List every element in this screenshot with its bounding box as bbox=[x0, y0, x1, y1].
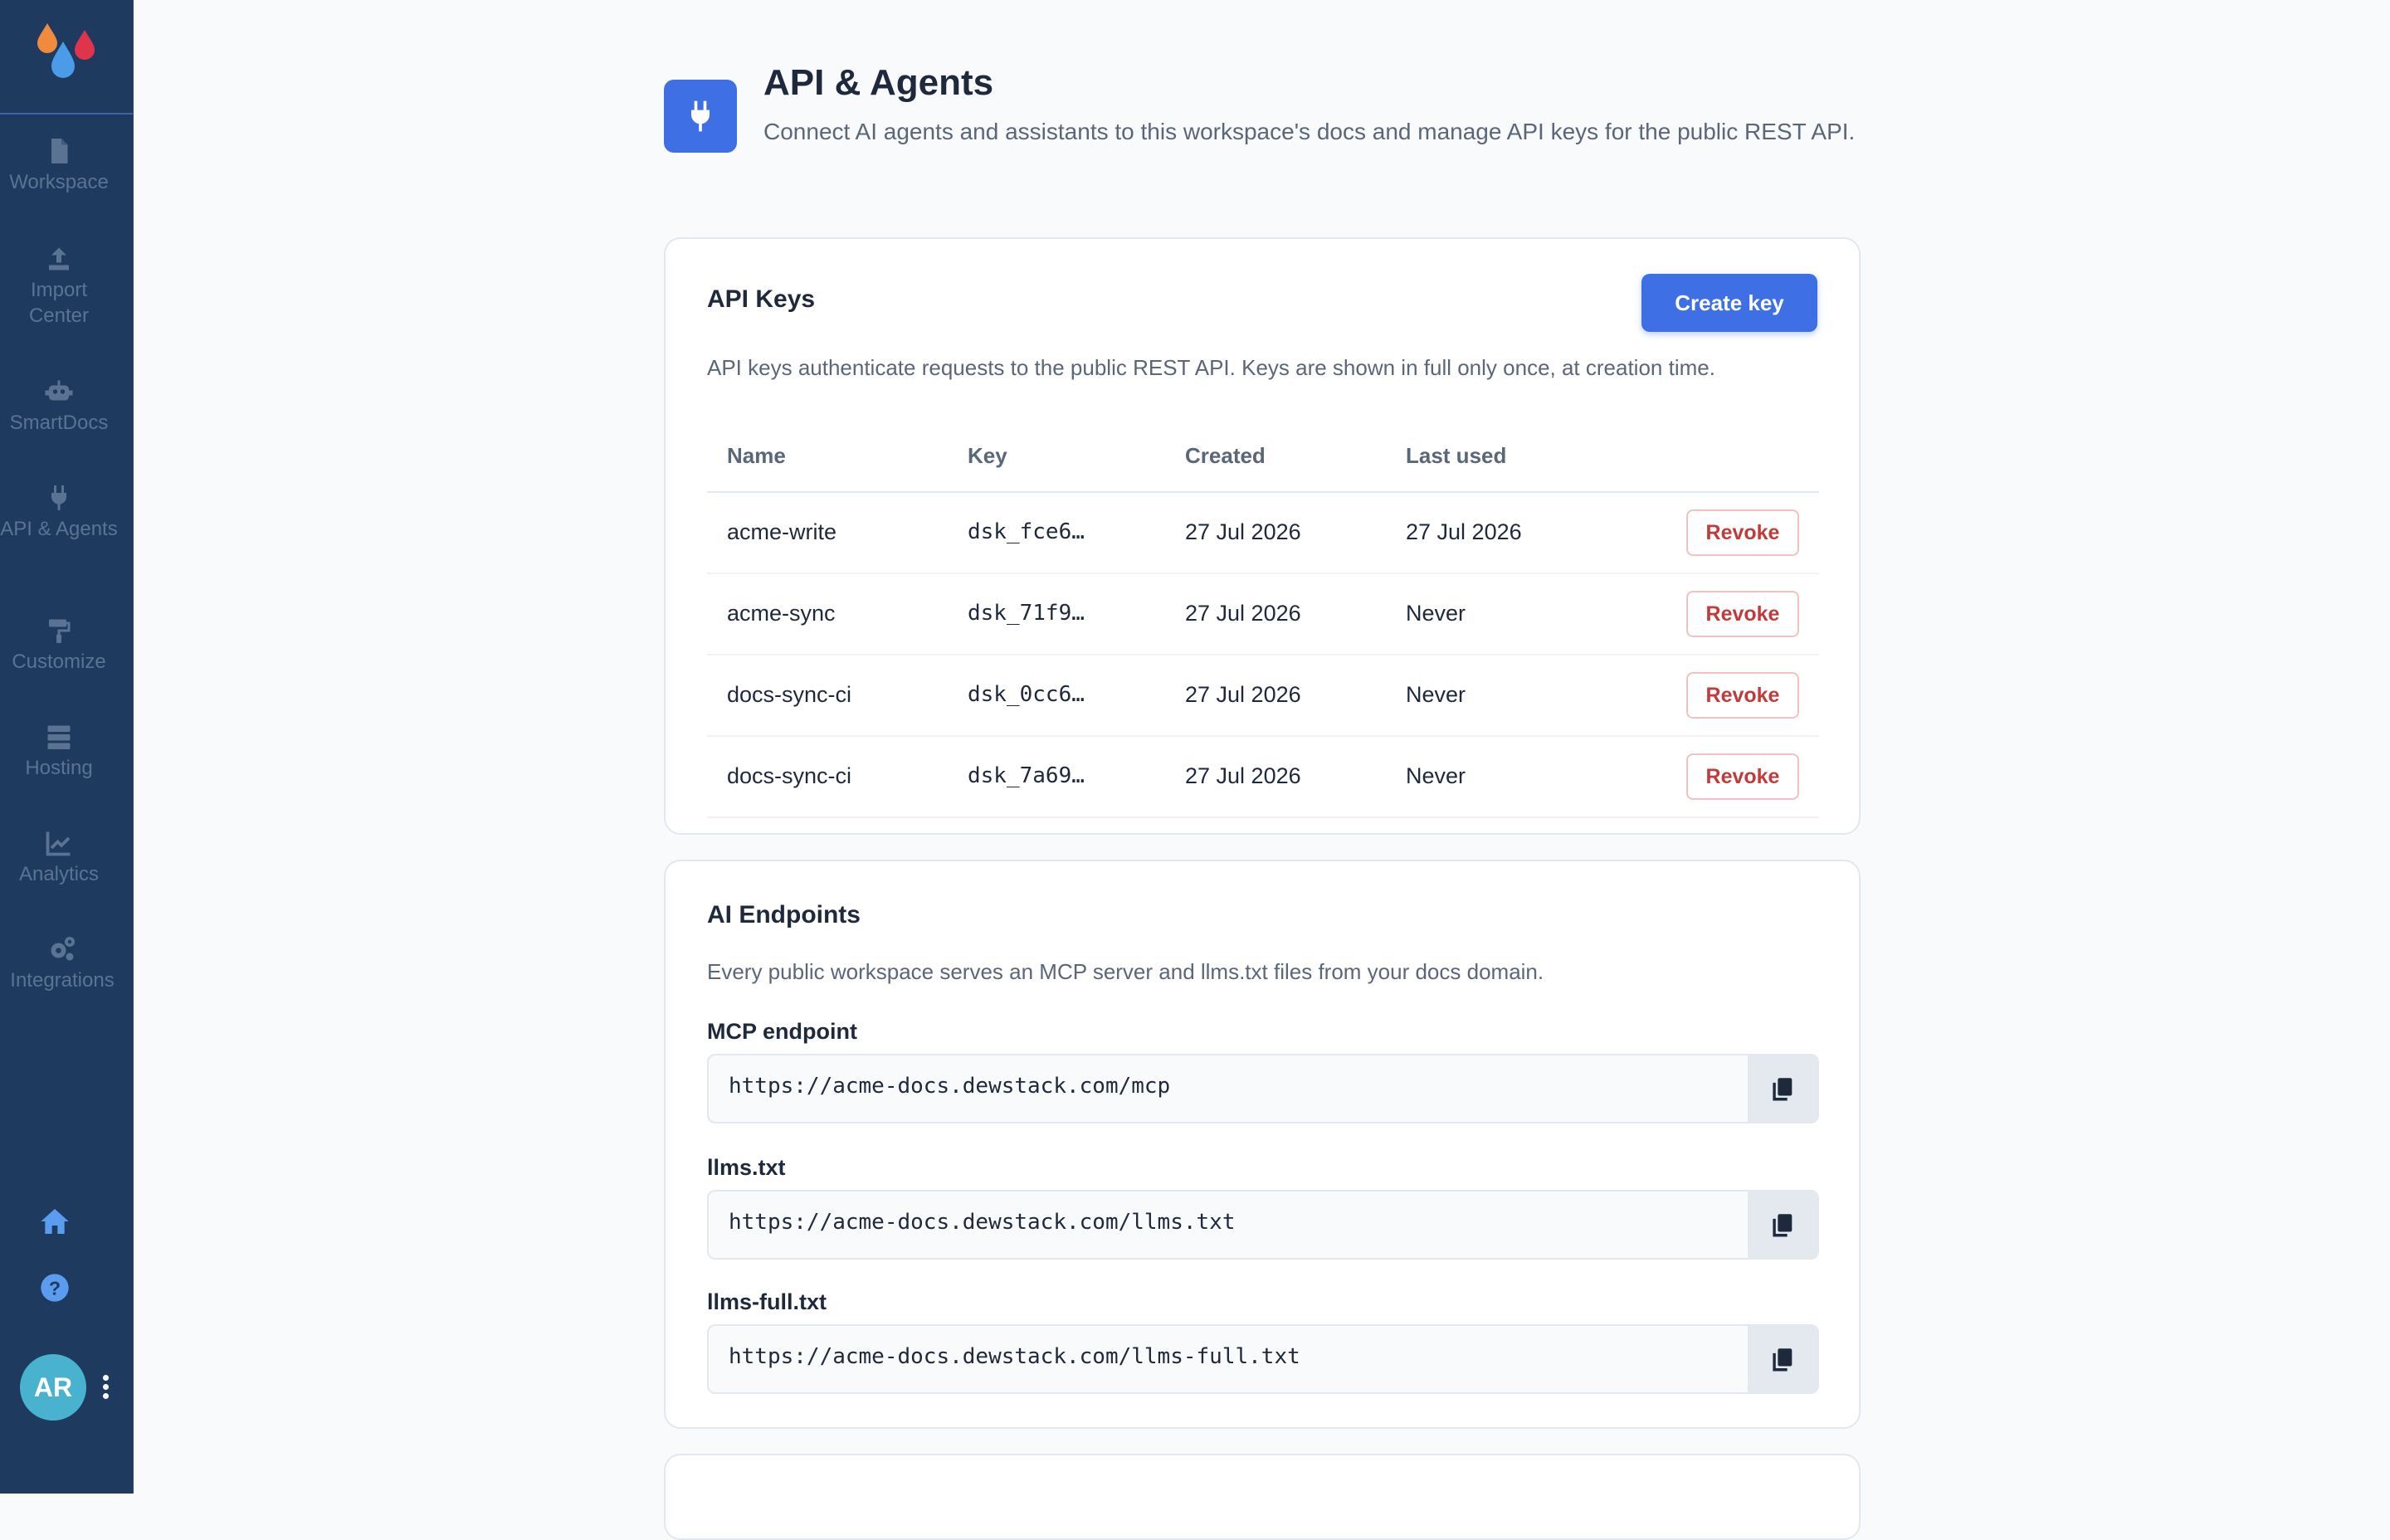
key-last-used: Never bbox=[1406, 601, 1466, 626]
server-icon bbox=[0, 722, 118, 752]
sidebar-item-api-agents[interactable]: API & Agents bbox=[0, 483, 118, 542]
llms-full-txt-label: llms-full.txt bbox=[707, 1289, 827, 1314]
robot-icon bbox=[0, 377, 118, 407]
sidebar-item-label: Integrations bbox=[10, 969, 115, 992]
key-prefix: dsk_71f9… bbox=[968, 601, 1085, 626]
create-key-button[interactable]: Create key bbox=[1641, 274, 1817, 332]
key-created: 27 Jul 2026 bbox=[1185, 601, 1301, 626]
column-header-name: Name bbox=[727, 443, 786, 468]
key-last-used: Never bbox=[1406, 682, 1466, 707]
revoke-button[interactable]: Revoke bbox=[1686, 672, 1799, 719]
mcp-endpoint-field[interactable]: https://acme-docs.dewstack.com/mcp bbox=[707, 1054, 1819, 1123]
sidebar-item-label: Import Center bbox=[28, 279, 90, 327]
copy-button[interactable] bbox=[1748, 1192, 1817, 1258]
key-prefix: dsk_fce6… bbox=[968, 519, 1085, 544]
ai-endpoints-title: AI Endpoints bbox=[707, 901, 861, 928]
sidebar-item-workspace[interactable]: Workspace bbox=[0, 136, 118, 195]
sidebar-item-label: API & Agents bbox=[0, 518, 118, 540]
document-icon bbox=[0, 136, 118, 166]
cogs-icon bbox=[0, 934, 124, 964]
column-header-created: Created bbox=[1185, 443, 1266, 468]
copy-icon bbox=[1773, 1348, 1792, 1372]
droplets-logo-icon bbox=[37, 23, 95, 78]
chart-line-icon bbox=[0, 828, 118, 858]
sidebar-item-label: Analytics bbox=[18, 863, 100, 885]
ai-endpoints-card: AI Endpoints Every public workspace serv… bbox=[664, 860, 1861, 1429]
ai-endpoints-description: Every public workspace serves an MCP ser… bbox=[707, 959, 1544, 984]
key-created: 27 Jul 2026 bbox=[1185, 763, 1301, 788]
revoke-button[interactable]: Revoke bbox=[1686, 753, 1799, 800]
sidebar-item-label: SmartDocs bbox=[9, 412, 109, 434]
key-last-used: Never bbox=[1406, 763, 1466, 788]
help-icon[interactable]: ? bbox=[38, 1271, 71, 1304]
key-name: acme-sync bbox=[727, 601, 836, 626]
mcp-endpoint-label: MCP endpoint bbox=[707, 1019, 857, 1044]
key-prefix: dsk_0cc6… bbox=[968, 682, 1085, 707]
page-subtitle: Connect AI agents and assistants to this… bbox=[763, 119, 1856, 144]
table-row: docs-sync-ci dsk_7a69… 27 Jul 2026 Never… bbox=[707, 737, 1819, 818]
sidebar: Workspace Import Center SmartDocs API & … bbox=[0, 0, 134, 1494]
sidebar-item-import-center[interactable]: Import Center bbox=[0, 244, 118, 329]
sidebar-item-customize[interactable]: Customize bbox=[0, 616, 118, 675]
key-name: acme-write bbox=[727, 519, 837, 544]
llms-txt-url[interactable]: https://acme-docs.dewstack.com/llms.txt bbox=[729, 1210, 1235, 1235]
logo[interactable] bbox=[0, 0, 133, 115]
llms-txt-field[interactable]: https://acme-docs.dewstack.com/llms.txt bbox=[707, 1190, 1819, 1260]
revoke-button[interactable]: Revoke bbox=[1686, 591, 1799, 637]
key-name: docs-sync-ci bbox=[727, 682, 852, 707]
plug-icon bbox=[664, 80, 737, 153]
sidebar-item-hosting[interactable]: Hosting bbox=[0, 722, 118, 781]
key-last-used: 27 Jul 2026 bbox=[1406, 519, 1522, 544]
copy-button[interactable] bbox=[1748, 1055, 1817, 1122]
more-options-icon[interactable] bbox=[98, 1372, 113, 1402]
llms-full-txt-field[interactable]: https://acme-docs.dewstack.com/llms-full… bbox=[707, 1324, 1819, 1394]
mcp-endpoint-url[interactable]: https://acme-docs.dewstack.com/mcp bbox=[729, 1074, 1170, 1099]
column-header-key: Key bbox=[968, 443, 1007, 468]
table-row: acme-write dsk_fce6… 27 Jul 2026 27 Jul … bbox=[707, 493, 1819, 574]
table-row: acme-sync dsk_71f9… 27 Jul 2026 Never Re… bbox=[707, 574, 1819, 655]
upload-icon bbox=[0, 244, 118, 274]
key-name: docs-sync-ci bbox=[727, 763, 852, 788]
sidebar-item-label: Hosting bbox=[25, 757, 93, 779]
sidebar-item-label: Workspace bbox=[9, 171, 109, 193]
plug-icon bbox=[0, 483, 118, 513]
svg-text:?: ? bbox=[49, 1277, 61, 1299]
table-row: docs-sync-ci dsk_0cc6… 27 Jul 2026 Never… bbox=[707, 655, 1819, 737]
api-keys-title: API Keys bbox=[707, 285, 816, 313]
next-card bbox=[664, 1454, 1861, 1540]
home-icon[interactable] bbox=[38, 1205, 71, 1238]
llms-full-txt-url[interactable]: https://acme-docs.dewstack.com/llms-full… bbox=[729, 1344, 1300, 1369]
sidebar-item-smartdocs[interactable]: SmartDocs bbox=[0, 377, 118, 436]
key-created: 27 Jul 2026 bbox=[1185, 519, 1301, 544]
copy-icon bbox=[1773, 1214, 1792, 1237]
avatar[interactable]: AR bbox=[20, 1354, 86, 1421]
paint-roller-icon bbox=[0, 616, 118, 646]
sidebar-item-integrations[interactable]: Integrations bbox=[0, 934, 124, 993]
key-prefix: dsk_7a69… bbox=[968, 763, 1085, 788]
copy-icon bbox=[1773, 1078, 1792, 1101]
copy-button[interactable] bbox=[1748, 1326, 1817, 1392]
sidebar-item-label: Customize bbox=[12, 651, 106, 673]
api-keys-card: API Keys Create key API keys authenticat… bbox=[664, 237, 1861, 835]
api-keys-table: Name Key Created Last used acme-write ds… bbox=[707, 423, 1819, 818]
revoke-button[interactable]: Revoke bbox=[1686, 509, 1799, 556]
column-header-last-used: Last used bbox=[1406, 443, 1507, 468]
api-keys-description: API keys authenticate requests to the pu… bbox=[707, 355, 1715, 380]
table-header: Name Key Created Last used bbox=[707, 423, 1819, 493]
sidebar-item-analytics[interactable]: Analytics bbox=[0, 828, 118, 887]
page-title: API & Agents bbox=[763, 62, 994, 103]
llms-txt-label: llms.txt bbox=[707, 1155, 786, 1180]
key-created: 27 Jul 2026 bbox=[1185, 682, 1301, 707]
